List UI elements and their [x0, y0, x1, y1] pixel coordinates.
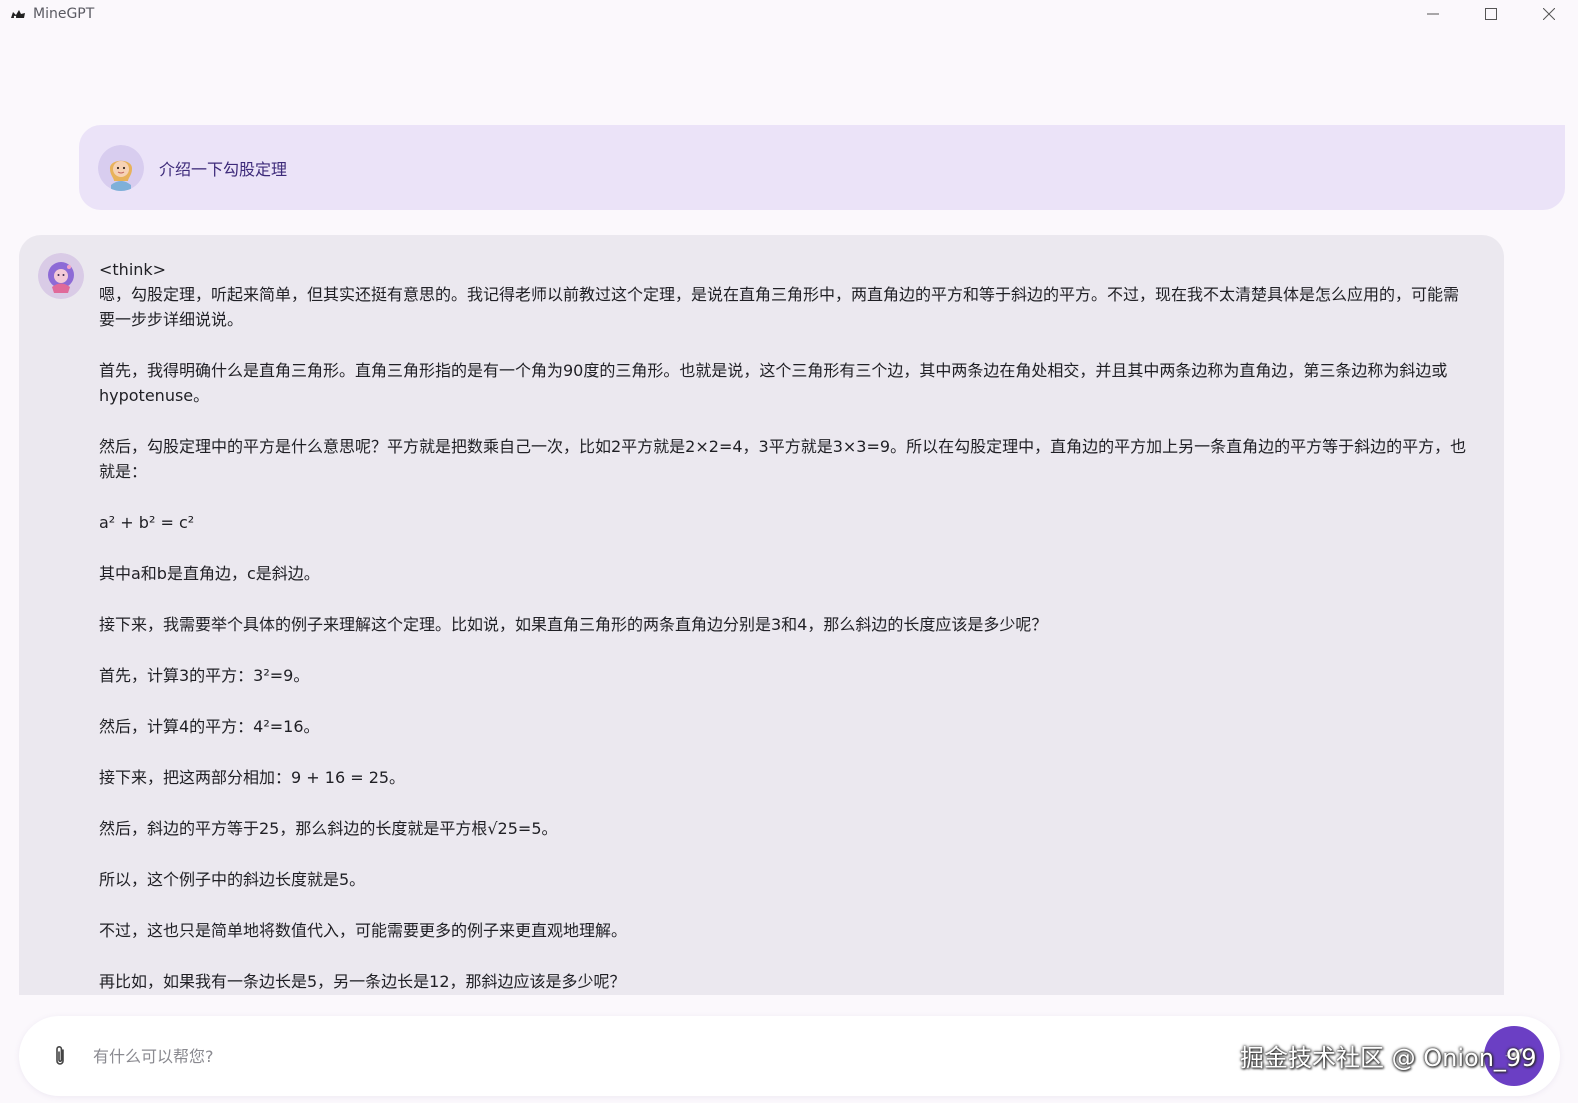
paragraph: 首先，计算3的平方：3²=9。 — [99, 666, 310, 685]
assistant-message: <think> 嗯，勾股定理，听起来简单，但其实还挺有意思的。我记得老师以前教过… — [19, 235, 1504, 995]
paragraph: 然后，勾股定理中的平方是什么意思呢？平方就是把数乘自己一次，比如2平方就是2×2… — [99, 437, 1467, 481]
paragraph: 接下来，把这两部分相加：9 + 16 = 25。 — [99, 768, 406, 787]
paragraph: 再比如，如果我有一条边长是5，另一条边长是12，那斜边应该是多少呢？ — [99, 972, 626, 991]
maximize-button[interactable] — [1462, 0, 1520, 28]
paragraph: 然后，计算4的平方：4²=16。 — [99, 717, 320, 736]
close-button[interactable] — [1520, 0, 1578, 28]
title-bar: MineGPT — [0, 0, 1578, 28]
assistant-message-content: <think> 嗯，勾股定理，听起来简单，但其实还挺有意思的。我记得老师以前教过… — [99, 257, 1471, 995]
think-tag: <think> — [99, 260, 167, 279]
paragraph: 然后，斜边的平方等于25，那么斜边的长度就是平方根√25=5。 — [99, 819, 558, 838]
paragraph: 所以，这个例子中的斜边长度就是5。 — [99, 870, 366, 889]
formula: a² + b² = c² — [99, 513, 195, 532]
minimize-icon — [1427, 13, 1439, 15]
paragraph: 嗯，勾股定理，听起来简单，但其实还挺有意思的。我记得老师以前教过这个定理，是说在… — [99, 285, 1460, 329]
watermark: 掘金技术社区 @ Onion_99 — [1240, 1044, 1537, 1072]
paragraph: 首先，我得明确什么是直角三角形。直角三角形指的是有一个角为90度的三角形。也就是… — [99, 361, 1448, 405]
assistant-avatar — [38, 253, 84, 299]
close-icon — [1543, 8, 1555, 20]
maximize-icon — [1485, 8, 1497, 20]
user-message-text: 介绍一下勾股定理 — [159, 159, 288, 179]
paragraph: 不过，这也只是简单地将数值代入，可能需要更多的例子来更直观地理解。 — [99, 921, 628, 940]
paperclip-icon[interactable] — [49, 1043, 71, 1069]
app-logo-icon — [10, 6, 26, 22]
window-controls — [1404, 0, 1578, 28]
chat-input[interactable] — [91, 1034, 1191, 1078]
user-avatar — [98, 144, 144, 191]
minimize-button[interactable] — [1404, 0, 1462, 28]
window-title: MineGPT — [33, 6, 95, 22]
paragraph: 接下来，我需要举个具体的例子来理解这个定理。比如说，如果直角三角形的两条直角边分… — [99, 615, 1048, 634]
user-message: 介绍一下勾股定理 — [79, 125, 1565, 210]
paragraph: 其中a和b是直角边，c是斜边。 — [99, 564, 320, 583]
